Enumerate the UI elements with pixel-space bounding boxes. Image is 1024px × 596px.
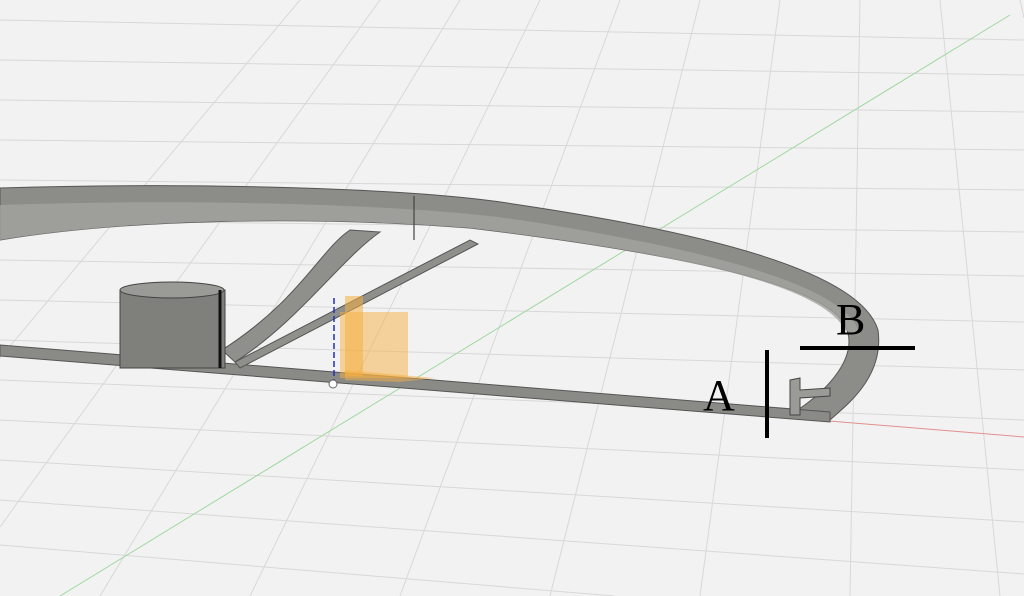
section-label-b: B	[836, 295, 866, 344]
cad-viewport[interactable]	[0, 0, 1024, 596]
cylinder-boss	[119, 281, 226, 369]
ring-model	[0, 185, 880, 423]
section-label-a: A	[703, 371, 735, 420]
origin-point[interactable]	[328, 379, 338, 389]
